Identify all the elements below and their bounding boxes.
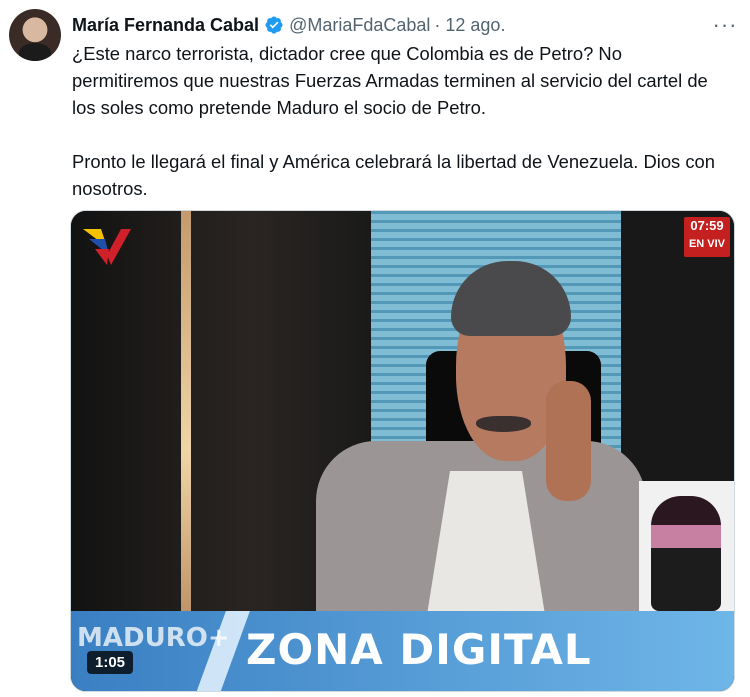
person-mustache <box>476 416 531 432</box>
person-hand <box>546 381 591 501</box>
tweet-paragraph: Pronto le llegará el final y América cel… <box>72 151 716 199</box>
video-player[interactable]: 07:59 EN VIV MADURO+ ZONA DIGITAL 1:05 <box>70 210 735 692</box>
clock-time: 07:59 <box>690 218 724 233</box>
tweet-header: María Fernanda Cabal @MariaFdaCabal · 12… <box>72 12 730 38</box>
clock-live-label: EN VIV <box>688 238 726 250</box>
author-name[interactable]: María Fernanda Cabal <box>72 15 259 36</box>
live-clock: 07:59 EN VIV <box>684 217 730 257</box>
verified-badge-icon <box>265 16 283 34</box>
banner-side-text: MADURO+ <box>77 623 230 653</box>
more-options-icon[interactable]: ··· <box>710 10 740 40</box>
tweet-date[interactable]: 12 ago. <box>445 15 505 36</box>
channel-logo-icon <box>83 229 131 265</box>
avatar[interactable] <box>9 9 61 61</box>
header-separator: · <box>434 14 441 35</box>
banner-title: ZONA DIGITAL <box>246 625 592 674</box>
tweet-paragraph: ¿Este narco terrorista, dictador cree qu… <box>72 43 708 118</box>
author-handle[interactable]: @MariaFdaCabal <box>289 15 430 36</box>
video-duration: 1:05 <box>87 651 134 674</box>
tweet-text: ¿Este narco terrorista, dictador cree qu… <box>72 40 732 202</box>
sign-language-interpreter <box>651 496 721 611</box>
